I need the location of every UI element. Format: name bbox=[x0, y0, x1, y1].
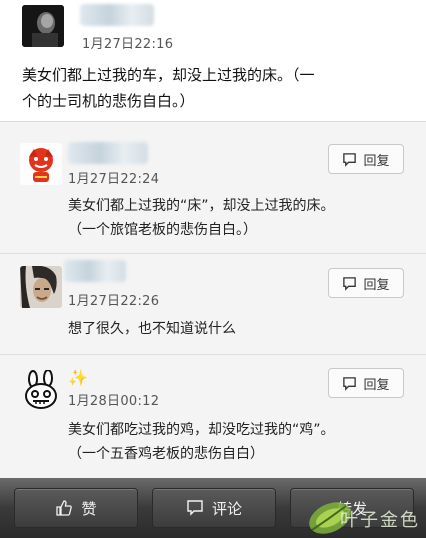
sparkle-icon: ✨ bbox=[68, 368, 88, 387]
post-time: 1月27日22:16 bbox=[82, 37, 174, 52]
reply-button[interactable]: 回复 bbox=[328, 144, 404, 174]
comment-avatar[interactable] bbox=[20, 370, 62, 412]
author-portrait-icon bbox=[22, 5, 64, 47]
comment-bubble-icon bbox=[343, 376, 357, 391]
comment-divider bbox=[0, 354, 426, 355]
comment-divider bbox=[0, 253, 426, 254]
comment-text-line2: （一个旅馆老板的悲伤自白。） bbox=[68, 222, 257, 238]
man-portrait-icon bbox=[20, 266, 62, 308]
post-author-avatar[interactable] bbox=[22, 5, 64, 47]
reply-label: 回复 bbox=[363, 277, 390, 293]
comment-text-line2: （一个五香鸡老板的悲伤自白） bbox=[68, 446, 264, 462]
comment-author-name-blurred[interactable] bbox=[68, 142, 148, 164]
comment-time: 1月27日22:26 bbox=[68, 294, 160, 309]
reply-button[interactable]: 回复 bbox=[328, 268, 404, 298]
comment-bubble-icon bbox=[187, 500, 203, 516]
comment-time: 1月27日22:24 bbox=[68, 172, 160, 187]
comment-time: 1月28日00:12 bbox=[68, 394, 160, 409]
comment-author-name-blurred[interactable] bbox=[64, 260, 126, 282]
bunny-cartoon-icon bbox=[20, 370, 62, 412]
comment-text-line1: 美女们都上过我的“床”，却没上过我的床。 bbox=[68, 198, 335, 214]
comment-bubble-icon bbox=[343, 276, 357, 291]
comment-text-line1: 想了很久，也不知道说什么 bbox=[68, 321, 236, 337]
post-author-name-blurred[interactable] bbox=[80, 4, 154, 26]
post-text-line2: 个的士司机的悲伤自白。） bbox=[22, 92, 195, 110]
comment-bubble-icon bbox=[343, 152, 357, 167]
post-text-line1: 美女们都上过我的车，却没上过我的床。（一 bbox=[22, 66, 315, 84]
comment-label: 评论 bbox=[211, 499, 242, 518]
comment-button[interactable]: 评论 bbox=[152, 488, 276, 528]
comment-avatar[interactable] bbox=[20, 266, 62, 308]
comment-text-line1: 美女们都吃过我的鸡，却没吃过我的“鸡”。 bbox=[68, 422, 335, 438]
reply-button[interactable]: 回复 bbox=[328, 368, 404, 398]
thumbs-up-icon bbox=[56, 500, 73, 516]
like-label: 赞 bbox=[81, 499, 97, 518]
red-character-icon bbox=[20, 143, 62, 185]
like-button[interactable]: 赞 bbox=[14, 488, 138, 528]
reply-label: 回复 bbox=[363, 377, 390, 393]
watermark-text: 叶子金色 bbox=[340, 510, 420, 531]
post-card: 1月27日22:16 美女们都上过我的车，却没上过我的床。（一 个的士司机的悲伤… bbox=[0, 0, 426, 121]
comment-list: 1月27日22:24 回复 美女们都上过我的“床”，却没上过我的床。 （一个旅馆… bbox=[0, 122, 426, 478]
comment-avatar[interactable] bbox=[20, 143, 62, 185]
reply-label: 回复 bbox=[363, 153, 390, 169]
